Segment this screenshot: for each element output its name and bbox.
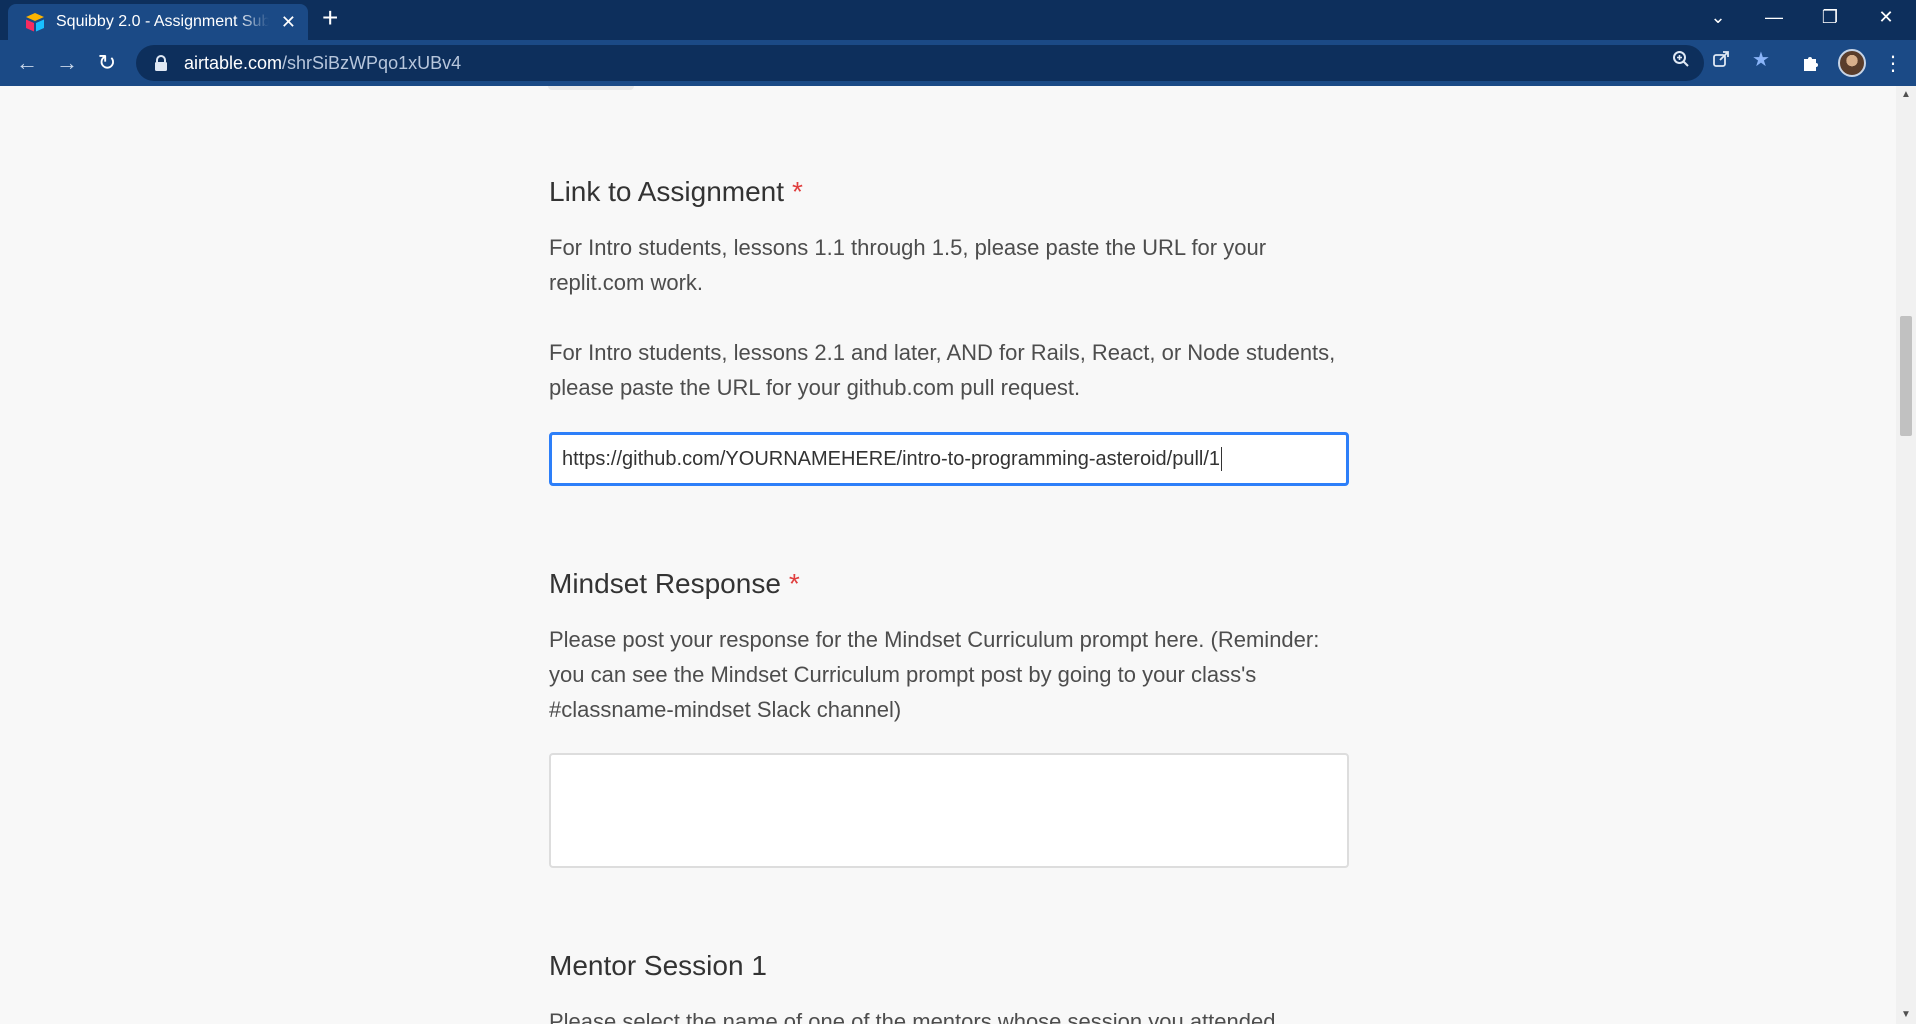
browser-tab[interactable]: Squibby 2.0 - Assignment Submission ✕ <box>8 4 308 40</box>
text-caret <box>1221 447 1223 471</box>
mindset-field-description: Please post your response for the Mindse… <box>549 627 1320 722</box>
zoom-icon[interactable] <box>1668 46 1694 72</box>
address-bar[interactable]: airtable.com/shrSiBzWPqo1xUBv4 <box>136 45 1704 81</box>
link-to-assignment-label: Link to Assignment * <box>549 176 803 207</box>
link-field-description-1: For Intro students, lessons 1.1 through … <box>549 235 1267 295</box>
required-asterisk: * <box>788 568 800 599</box>
previous-field-edge <box>548 86 634 90</box>
extensions-puzzle-icon[interactable] <box>1796 48 1826 78</box>
tab-title: Squibby 2.0 - Assignment Submission <box>56 13 269 30</box>
mentor-field-description: Please select the name of one of the men… <box>549 1009 1276 1024</box>
scrollbar-thumb[interactable] <box>1900 316 1912 436</box>
mindset-response-label: Mindset Response * <box>549 568 800 599</box>
link-input-value: https://github.com/YOURNAMEHERE/intro-to… <box>562 447 1221 470</box>
bookmark-star-icon[interactable]: ★ <box>1748 46 1774 72</box>
minimize-button[interactable]: — <box>1746 0 1802 34</box>
url-path: /shrSiBzWPqo1xUBv4 <box>282 52 462 73</box>
mentor-session-1-label: Mentor Session 1 <box>549 950 767 981</box>
back-button[interactable]: ← <box>12 48 42 78</box>
scroll-down-arrow-icon[interactable]: ▼ <box>1900 1010 1912 1020</box>
reload-button[interactable]: ↻ <box>92 48 122 78</box>
form-page: Link to Assignment * For Intro students, … <box>0 86 1896 1024</box>
new-tab-button[interactable]: + <box>322 2 338 34</box>
close-tab-icon[interactable]: ✕ <box>279 12 298 33</box>
lock-icon <box>154 55 168 71</box>
url-host: airtable.com <box>184 52 283 73</box>
scroll-up-arrow-icon[interactable]: ▲ <box>1900 90 1912 100</box>
tab-strip: Squibby 2.0 - Assignment Submission ✕ + … <box>0 0 1916 40</box>
browser-toolbar: ← → ↻ airtable.com/shrSiBzWPqo1xUBv4 ★ ⋮ <box>0 40 1916 86</box>
required-asterisk: * <box>792 176 803 207</box>
mindset-response-textarea[interactable] <box>549 753 1349 868</box>
restore-button[interactable]: ❐ <box>1802 0 1858 34</box>
forward-button[interactable]: → <box>52 48 82 78</box>
tab-search-chevron-icon[interactable]: ⌄ <box>1690 0 1746 34</box>
share-icon[interactable] <box>1708 46 1734 72</box>
airtable-favicon-icon <box>24 11 46 33</box>
browser-menu-icon[interactable]: ⋮ <box>1878 48 1908 78</box>
link-to-assignment-input[interactable]: https://github.com/YOURNAMEHERE/intro-to… <box>549 432 1349 486</box>
profile-avatar[interactable] <box>1838 49 1866 77</box>
link-field-description-2: For Intro students, lessons 2.1 and late… <box>549 340 1336 400</box>
close-window-button[interactable]: ✕ <box>1858 0 1914 34</box>
page-scrollbar[interactable]: ▲ ▼ <box>1896 86 1916 1024</box>
